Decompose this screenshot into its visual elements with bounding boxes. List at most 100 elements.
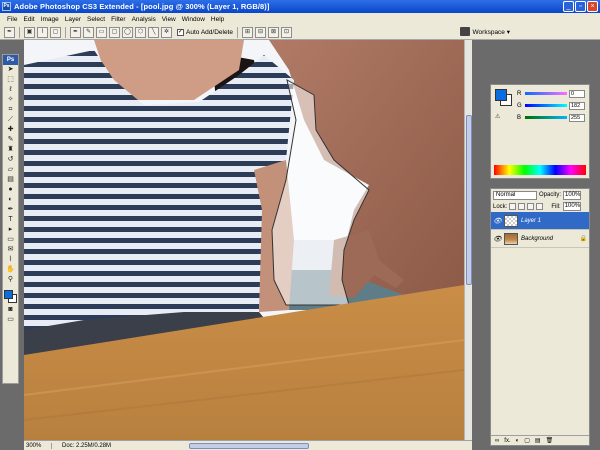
ellipse-icon[interactable]: ◯: [122, 26, 133, 38]
eraser-tool-icon[interactable]: ▱: [3, 165, 18, 175]
divider: [236, 26, 238, 38]
value-r[interactable]: 0: [569, 89, 585, 98]
restore-button[interactable]: ▫: [575, 1, 586, 12]
slice-tool-icon[interactable]: ⟋: [3, 115, 18, 125]
gradient-tool-icon[interactable]: ▤: [3, 175, 18, 185]
zoom-level[interactable]: 300%: [24, 442, 52, 449]
fill-pixels-icon[interactable]: ▢: [50, 26, 61, 38]
magic-wand-tool-icon[interactable]: ✧: [3, 95, 18, 105]
value-b[interactable]: 255: [569, 113, 585, 122]
adjustment-layer-icon[interactable]: ◐: [516, 438, 520, 444]
visibility-eye-icon[interactable]: 👁: [493, 235, 502, 243]
menu-layer[interactable]: Layer: [62, 16, 84, 23]
rounded-rectangle-icon[interactable]: ▢: [109, 26, 120, 38]
auto-add-delete-label: Auto Add/Delete: [186, 28, 233, 36]
fill-field[interactable]: 100%: [562, 202, 581, 211]
lock-image-icon[interactable]: [518, 203, 526, 210]
close-button[interactable]: ×: [587, 1, 598, 12]
line-icon[interactable]: ╲: [148, 26, 159, 38]
opacity-field[interactable]: 100%: [563, 190, 582, 200]
path-selection-tool-icon[interactable]: ▸: [3, 225, 18, 235]
eyedropper-tool-icon[interactable]: ⌇: [3, 255, 18, 265]
menu-select[interactable]: Select: [84, 16, 108, 23]
visibility-eye-icon[interactable]: 👁: [493, 217, 502, 225]
clone-stamp-tool-icon[interactable]: ♜: [3, 145, 18, 155]
photoshop-logo-icon: Ps: [2, 2, 11, 11]
freeform-pen-icon[interactable]: ✎: [83, 26, 94, 38]
layer-thumbnail: [504, 232, 518, 245]
layer-style-icon[interactable]: fx.: [504, 438, 510, 444]
healing-brush-tool-icon[interactable]: ✚: [3, 125, 18, 135]
lock-position-icon[interactable]: [527, 203, 535, 210]
menu-view[interactable]: View: [159, 16, 179, 23]
menu-help[interactable]: Help: [208, 16, 227, 23]
menu-image[interactable]: Image: [38, 16, 62, 23]
layer-row-background[interactable]: 👁 Background 🔒: [491, 230, 589, 248]
history-brush-tool-icon[interactable]: ↺: [3, 155, 18, 165]
polygon-icon[interactable]: ⬡: [135, 26, 146, 38]
menu-filter[interactable]: Filter: [108, 16, 128, 23]
path-subtract-icon[interactable]: ⊟: [254, 26, 266, 38]
lock-all-icon[interactable]: [536, 203, 544, 210]
pen-tool-icon[interactable]: ✒: [3, 205, 18, 215]
horizontal-scroll-thumb[interactable]: [189, 443, 309, 449]
color-row-r: R 0: [517, 89, 589, 98]
lasso-tool-icon[interactable]: ℓ: [3, 85, 18, 95]
menu-file[interactable]: File: [4, 16, 20, 23]
value-g[interactable]: 182: [569, 101, 585, 110]
window-controls: _ ▫ ×: [563, 1, 598, 12]
path-exclude-icon[interactable]: ⊡: [280, 26, 292, 38]
type-tool-icon[interactable]: T: [3, 215, 18, 225]
slider-g[interactable]: [525, 104, 567, 107]
brush-tool-icon[interactable]: ✎: [3, 135, 18, 145]
marquee-tool-icon[interactable]: ⬚: [3, 75, 18, 85]
lock-transparent-icon[interactable]: [509, 203, 517, 210]
trash-icon[interactable]: 🗑: [546, 437, 554, 444]
opacity-label: Opacity:: [539, 192, 562, 198]
quick-mask-icon[interactable]: ◙: [3, 305, 18, 315]
layers-panel: Normal Opacity: 100% Lock: Fill: 100% 👁 …: [490, 188, 590, 446]
blend-mode-select[interactable]: Normal: [493, 190, 537, 200]
path-add-icon[interactable]: ⊞: [241, 26, 253, 38]
lock-row: Lock: Fill: 100%: [491, 201, 589, 212]
pen-tool-preset-icon[interactable]: ✒: [4, 26, 15, 38]
layer-lock-icon: 🔒: [579, 236, 587, 242]
blur-tool-icon[interactable]: ●: [3, 185, 18, 195]
color-spectrum-bar[interactable]: [494, 165, 586, 175]
path-intersect-icon[interactable]: ⊠: [267, 26, 279, 38]
menu-edit[interactable]: Edit: [20, 16, 37, 23]
hand-tool-icon[interactable]: ✋: [3, 265, 18, 275]
zoom-tool-icon[interactable]: ⚲: [3, 275, 18, 285]
workspace-menu[interactable]: Workspace ▾: [459, 27, 510, 36]
foreground-color-swatch[interactable]: [4, 290, 13, 299]
screen-mode-icon[interactable]: ▭: [3, 315, 18, 325]
vertical-scroll-thumb[interactable]: [466, 115, 472, 285]
pen-icon[interactable]: ✒: [70, 26, 81, 38]
new-group-icon[interactable]: ▢: [524, 437, 530, 444]
layer-row-layer-1[interactable]: 👁 Layer 1: [491, 212, 589, 230]
panel-foreground-swatch[interactable]: [495, 89, 507, 101]
gamut-warning-icon[interactable]: ⚠: [495, 113, 501, 120]
color-swatches: [3, 289, 18, 305]
menu-analysis[interactable]: Analysis: [129, 16, 159, 23]
slider-r[interactable]: [525, 92, 567, 95]
move-tool-icon[interactable]: ➤: [3, 65, 18, 75]
link-layers-icon[interactable]: ∞: [495, 438, 499, 444]
dodge-tool-icon[interactable]: ◐: [3, 195, 18, 205]
paths-icon[interactable]: ⌇: [37, 26, 48, 38]
rectangle-icon[interactable]: ▭: [96, 26, 107, 38]
custom-shape-icon[interactable]: ✲: [161, 26, 172, 38]
crop-tool-icon[interactable]: ⌗: [3, 105, 18, 115]
notes-tool-icon[interactable]: ✉: [3, 245, 18, 255]
auto-add-delete-option[interactable]: ✓ Auto Add/Delete: [177, 28, 233, 36]
slider-b[interactable]: [525, 116, 567, 119]
shape-tool-icon[interactable]: ▭: [3, 235, 18, 245]
canvas-image[interactable]: [24, 40, 464, 440]
menu-window[interactable]: Window: [179, 16, 208, 23]
vertical-scrollbar[interactable]: [464, 40, 472, 440]
shape-layers-icon[interactable]: ▣: [24, 26, 35, 38]
document-window: 300% Doc: 2.25M/0.28M: [24, 40, 472, 450]
new-layer-icon[interactable]: ▤: [535, 437, 541, 444]
auto-add-delete-checkbox[interactable]: ✓: [177, 28, 184, 36]
minimize-button[interactable]: _: [563, 1, 574, 12]
